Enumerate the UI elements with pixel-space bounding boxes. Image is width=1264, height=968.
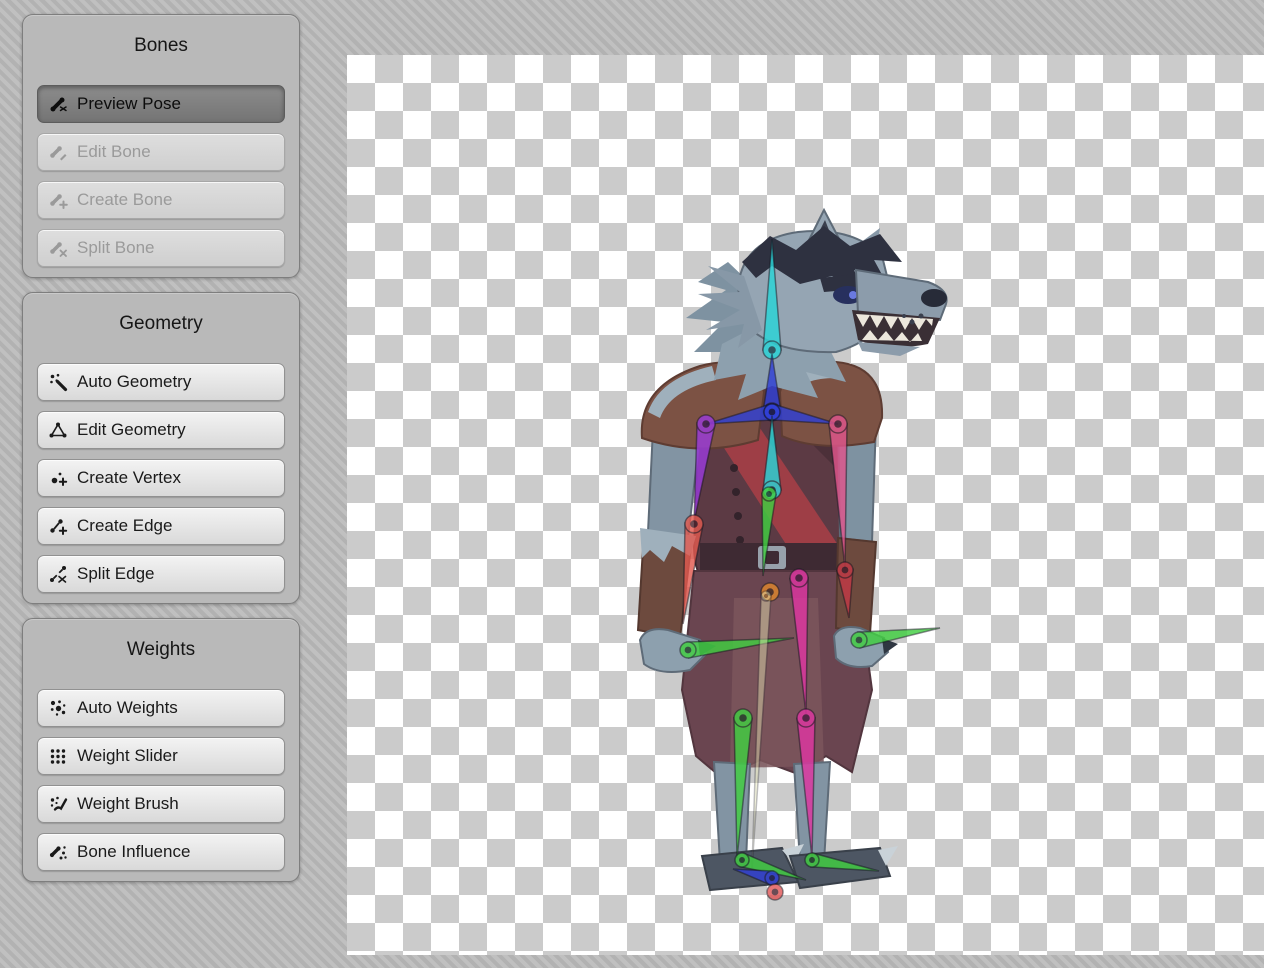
- create-vertex-icon: [48, 468, 68, 488]
- button-create-bone[interactable]: Create Bone: [37, 181, 285, 219]
- scene-svg: [347, 55, 1264, 955]
- button-weight-slider[interactable]: Weight Slider: [37, 737, 285, 775]
- panel-geometry: Geometry Auto Geometry Edit Geometry Create…: [22, 292, 300, 604]
- button-label: Weight Brush: [77, 794, 179, 814]
- panel-title: Geometry: [23, 309, 299, 339]
- button-preview-pose[interactable]: Preview Pose: [37, 85, 285, 123]
- weight-brush-icon: [48, 794, 68, 814]
- button-label: Split Bone: [77, 238, 155, 258]
- bone-influence-icon: [48, 842, 68, 862]
- button-label: Create Edge: [77, 516, 172, 536]
- button-create-edge[interactable]: Create Edge: [37, 507, 285, 545]
- preview-pose-icon: [48, 94, 68, 114]
- create-edge-icon: [48, 516, 68, 536]
- button-create-vertex[interactable]: Create Vertex: [37, 459, 285, 497]
- button-weight-brush[interactable]: Weight Brush: [37, 785, 285, 823]
- button-label: Edit Geometry: [77, 420, 186, 440]
- button-bone-influence[interactable]: Bone Influence: [37, 833, 285, 871]
- button-label: Weight Slider: [77, 746, 178, 766]
- bone-heel[interactable]: [767, 884, 783, 900]
- button-label: Preview Pose: [77, 94, 181, 114]
- weight-slider-icon: [48, 746, 68, 766]
- create-bone-icon: [48, 190, 68, 210]
- button-auto-geometry[interactable]: Auto Geometry: [37, 363, 285, 401]
- panel-title: Bones: [23, 31, 299, 61]
- button-label: Auto Geometry: [77, 372, 191, 392]
- edit-bone-icon: [48, 142, 68, 162]
- sprite-canvas[interactable]: [347, 55, 1264, 955]
- button-edit-bone[interactable]: Edit Bone: [37, 133, 285, 171]
- button-label: Create Bone: [77, 190, 172, 210]
- split-edge-icon: [48, 564, 68, 584]
- panel-bones: Bones Preview Pose Edit Bone Create Bone Spl…: [22, 14, 300, 278]
- split-bone-icon: [48, 238, 68, 258]
- button-split-bone[interactable]: Split Bone: [37, 229, 285, 267]
- button-auto-weights[interactable]: Auto Weights: [37, 689, 285, 727]
- edit-geometry-icon: [48, 420, 68, 440]
- panel-title: Weights: [23, 635, 299, 665]
- button-label: Edit Bone: [77, 142, 151, 162]
- auto-weights-icon: [48, 698, 68, 718]
- button-label: Bone Influence: [77, 842, 190, 862]
- button-label: Split Edge: [77, 564, 155, 584]
- button-split-edge[interactable]: Split Edge: [37, 555, 285, 593]
- button-edit-geometry[interactable]: Edit Geometry: [37, 411, 285, 449]
- button-label: Auto Weights: [77, 698, 178, 718]
- auto-geometry-icon: [48, 372, 68, 392]
- button-label: Create Vertex: [77, 468, 181, 488]
- panel-weights: Weights Auto Weights Weight Slider Weight B…: [22, 618, 300, 882]
